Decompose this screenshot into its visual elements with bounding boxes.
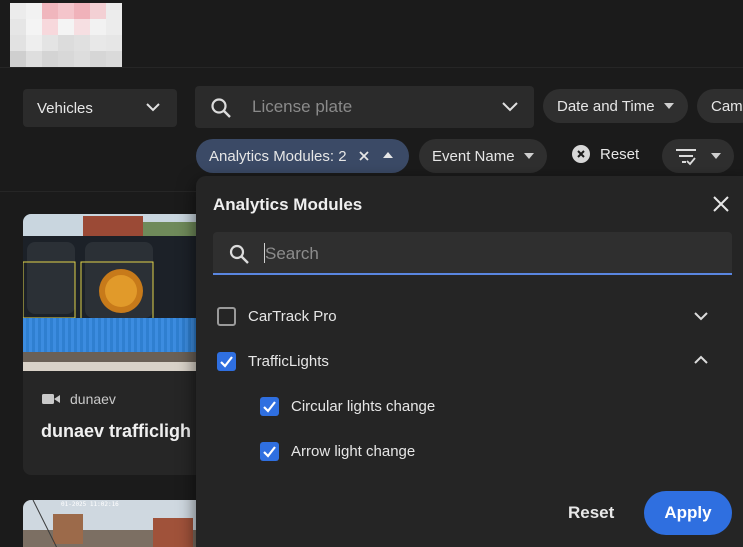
camera-filter[interactable]: Cam xyxy=(697,89,743,123)
search-icon xyxy=(211,98,231,118)
license-plate-placeholder: License plate xyxy=(252,97,353,116)
camera-filter-label: Cam xyxy=(711,97,743,115)
chevron-down-icon[interactable] xyxy=(501,99,519,113)
caret-down-icon xyxy=(664,103,674,109)
caret-up-icon xyxy=(383,152,393,158)
chevron-down-icon xyxy=(146,103,160,112)
event-name-filter[interactable]: Event Name xyxy=(419,139,547,173)
event-item-circular-lights-change[interactable]: Circular lights change xyxy=(260,397,435,416)
chevron-up-icon[interactable] xyxy=(693,354,709,366)
object-type-select[interactable]: Vehicles xyxy=(23,89,177,127)
app-logo xyxy=(10,3,122,67)
clear-icon[interactable] xyxy=(357,149,371,163)
event-card[interactable]: 01-2025 11:02:16 xyxy=(23,500,223,547)
close-icon[interactable] xyxy=(712,195,730,213)
checkbox-checked[interactable] xyxy=(217,352,236,371)
caret-down-icon xyxy=(524,153,534,159)
analytics-modules-panel: Analytics Modules Search CarTrack Pro Tr… xyxy=(196,176,743,547)
module-label: CarTrack Pro xyxy=(248,308,337,325)
module-label: TrafficLights xyxy=(248,353,329,370)
checkbox-unchecked[interactable] xyxy=(217,307,236,326)
check-icon xyxy=(263,401,276,413)
panel-reset-button[interactable]: Reset xyxy=(568,503,614,523)
event-title: dunaev trafficligh xyxy=(41,421,192,441)
event-thumbnail[interactable]: 01-2025 11:02:16 xyxy=(23,500,223,547)
clear-circle-icon xyxy=(572,145,590,163)
analytics-modules-label: Analytics Modules: 2 xyxy=(209,147,347,165)
event-camera: dunaev xyxy=(42,391,116,407)
top-bar xyxy=(0,0,743,68)
event-label: Arrow light change xyxy=(291,443,416,460)
filter-list-icon xyxy=(676,149,696,166)
check-icon xyxy=(220,356,233,368)
module-item-cartrack-pro[interactable]: CarTrack Pro xyxy=(217,307,337,326)
object-type-value: Vehicles xyxy=(37,99,93,117)
event-label: Circular lights change xyxy=(291,398,436,415)
check-icon xyxy=(263,446,276,458)
license-plate-input[interactable]: License plate xyxy=(195,86,534,128)
camera-name: dunaev xyxy=(70,391,116,407)
search-icon xyxy=(229,244,249,264)
caret-down-icon xyxy=(711,153,721,159)
date-time-filter[interactable]: Date and Time xyxy=(543,89,688,123)
apply-button[interactable]: Apply xyxy=(644,491,732,535)
event-thumbnail[interactable] xyxy=(23,214,223,371)
video-camera-icon xyxy=(42,394,60,404)
checkbox-checked[interactable] xyxy=(260,442,279,461)
checkbox-checked[interactable] xyxy=(260,397,279,416)
event-name-label: Event Name xyxy=(432,147,515,165)
module-item-trafficlights[interactable]: TrafficLights xyxy=(217,352,329,371)
search-placeholder: Search xyxy=(265,244,319,263)
event-card[interactable]: dunaev dunaev trafficligh xyxy=(23,214,223,475)
module-search-input[interactable]: Search xyxy=(213,232,732,275)
date-time-label: Date and Time xyxy=(557,97,655,115)
reset-filters-label: Reset xyxy=(600,145,640,163)
reset-filters-button[interactable]: Reset xyxy=(572,145,639,163)
chevron-down-icon[interactable] xyxy=(693,310,709,322)
panel-title: Analytics Modules xyxy=(213,195,363,214)
event-item-arrow-light-change[interactable]: Arrow light change xyxy=(260,442,415,461)
sort-menu-button[interactable] xyxy=(662,139,734,173)
thumbnail-timestamp: 01-2025 11:02:16 xyxy=(61,501,119,508)
analytics-modules-filter[interactable]: Analytics Modules: 2 xyxy=(196,139,409,173)
